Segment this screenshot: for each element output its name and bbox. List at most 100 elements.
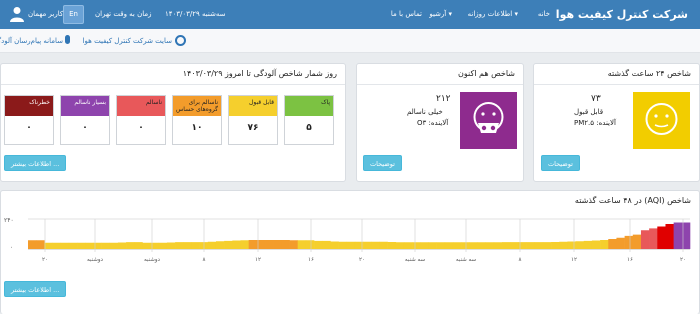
aqi-bar (191, 242, 200, 250)
air-quality-site-link[interactable]: سایت شرکت کنترل کیفیت هوا (72, 29, 172, 53)
aqi-bar (583, 240, 593, 250)
panel-days-title: روز شمار شاخص آلودگی تا امروز ۱۴۰۳/۰۳/۲۹ (182, 69, 337, 78)
face-mask-icon-purple (460, 92, 517, 149)
aqi-bar (183, 242, 192, 250)
category-count: ۱۰ (191, 123, 203, 133)
category-card: ناسالم برای گروه‌های حساس ۱۰ (172, 95, 222, 145)
aqi-bar (591, 240, 601, 249)
aqi-bar (673, 222, 683, 249)
category-card: قابل قبول ۷۶ (228, 95, 278, 145)
x-tick-label: دوشنبه (144, 257, 161, 263)
aqi-bar (526, 242, 536, 250)
aqi-now-value: ۲۱۲ (436, 94, 451, 104)
x-tick-label: ۱۲ (255, 257, 261, 263)
nav-contact[interactable]: تماس با ما (391, 0, 422, 29)
category-count: ۵ (306, 123, 312, 133)
panel-aqi-24h: شاخص ۲۴ ساعت گذشته ۷۳ قابل قبول آلاینده:… (533, 63, 700, 182)
aqi-bar (640, 230, 650, 249)
internet-explorer-icon (175, 35, 186, 46)
category-card: پاک ۵ (284, 95, 334, 145)
more-info-button-chart[interactable]: اطلاعات بیشتر ... (4, 281, 67, 297)
aqi-bar (395, 242, 405, 249)
aqi-bar (60, 242, 70, 249)
aqi-bar (109, 242, 119, 249)
aqi-bar (265, 240, 274, 249)
date-text: سه‌شنبه ۱۴۰۳/۰۳/۲۹ (165, 10, 226, 18)
brand-title[interactable]: شرکت کنترل کیفیت هوا (556, 0, 688, 29)
aqi-bar (166, 242, 176, 249)
aqi-bar (387, 242, 397, 249)
aqi-bar (542, 242, 552, 250)
aqi-48h-bar-chart: ۲۴۰ ۰ ۲۰ دوشنبه دوشنبه ۸ ۱۲ ۱۶ ۲۰ سه شنبه سه شنبه ۸… (4, 217, 691, 263)
x-tick-label: سه شنبه (405, 257, 426, 263)
language-button[interactable]: En (63, 5, 84, 24)
aqi-bar (28, 240, 37, 249)
nav-daily-info-label: اطلاعات روزانه (467, 10, 513, 18)
nav-archive-label: آرشیو (429, 10, 447, 18)
sms-service-link[interactable]: سامانه پیام‌رسان آلودگی هوا (0, 29, 63, 53)
divider (534, 84, 699, 85)
aqi-bar (649, 228, 658, 250)
aqi-bar (346, 241, 356, 249)
aqi-bar (452, 242, 462, 249)
aqi-bar (85, 242, 94, 249)
panel-24h-title: شاخص ۲۴ ساعت گذشته (607, 69, 691, 78)
aqi-bar (371, 241, 380, 249)
aqi-24h-status: قابل قبول (574, 108, 604, 116)
aqi-bar (477, 242, 486, 249)
category-count: ۰ (138, 123, 144, 133)
category-label: خطرناک (5, 96, 53, 116)
aqi-bar (444, 242, 454, 249)
aqi-bar (338, 241, 348, 249)
aqi-bar (134, 242, 143, 250)
more-info-button-days[interactable]: اطلاعات بیشتر ... (4, 155, 67, 171)
aqi-bar (93, 242, 102, 249)
aqi-bar (281, 240, 290, 249)
aqi-bar (314, 240, 323, 250)
panel-now-title: شاخص هم اکنون (458, 69, 515, 78)
category-count: ۰ (82, 123, 88, 133)
aqi-bar (559, 241, 568, 249)
aqi-bar (551, 242, 560, 249)
tehran-time-label: زمان به وقت تهران (95, 10, 152, 18)
y-tick-label: ۰ (10, 244, 13, 251)
aqi-bar (436, 242, 446, 249)
category-label: ناسالم برای گروه‌های حساس (173, 96, 221, 116)
aqi-bar (126, 242, 135, 250)
aqi-bar (232, 240, 241, 249)
aqi-bar (379, 241, 388, 249)
aqi-bar (101, 242, 111, 249)
user-icon[interactable] (10, 6, 24, 22)
nav-archive[interactable]: آرشیو ▾ (429, 0, 452, 29)
aqi-bar (665, 224, 674, 249)
aqi-now-pollutant: آلاینده: O۳ (417, 119, 449, 127)
x-tick-label: سه شنبه (456, 257, 477, 263)
divider (1, 84, 345, 85)
nav-home[interactable]: خانه (538, 0, 550, 29)
aqi-bar (52, 242, 61, 249)
description-button-now[interactable]: توضیحات (363, 155, 402, 171)
aqi-bar (485, 242, 495, 249)
aqi-bar (158, 242, 168, 249)
category-card: بسیار ناسالم ۰ (60, 95, 110, 145)
nav-daily-info[interactable]: اطلاعات روزانه ▾ (468, 0, 518, 29)
aqi-bar (207, 241, 217, 249)
aqi-bar (297, 240, 307, 249)
category-card: ناسالم ۰ (116, 95, 166, 145)
aqi-bar (461, 242, 470, 249)
aqi-bar (600, 240, 609, 249)
aqi-bar (305, 240, 315, 249)
aqi-bar (534, 242, 544, 250)
aqi-bar (68, 242, 78, 249)
x-tick-label: ۲۰ (359, 257, 365, 263)
aqi-bar (428, 242, 437, 249)
aqi-bar (240, 240, 249, 249)
aqi-bar (248, 240, 258, 249)
aqi-bar (657, 226, 666, 249)
aqi-bar (412, 242, 421, 249)
aqi-24h-pollutant: آلاینده: PM۲.۵ (574, 119, 616, 127)
face-mask-icon-yellow (633, 92, 690, 149)
description-button-24h[interactable]: توضیحات (541, 155, 580, 171)
aqi-bar (142, 242, 151, 249)
guest-user-label[interactable]: کاربر مهمان (28, 0, 63, 29)
